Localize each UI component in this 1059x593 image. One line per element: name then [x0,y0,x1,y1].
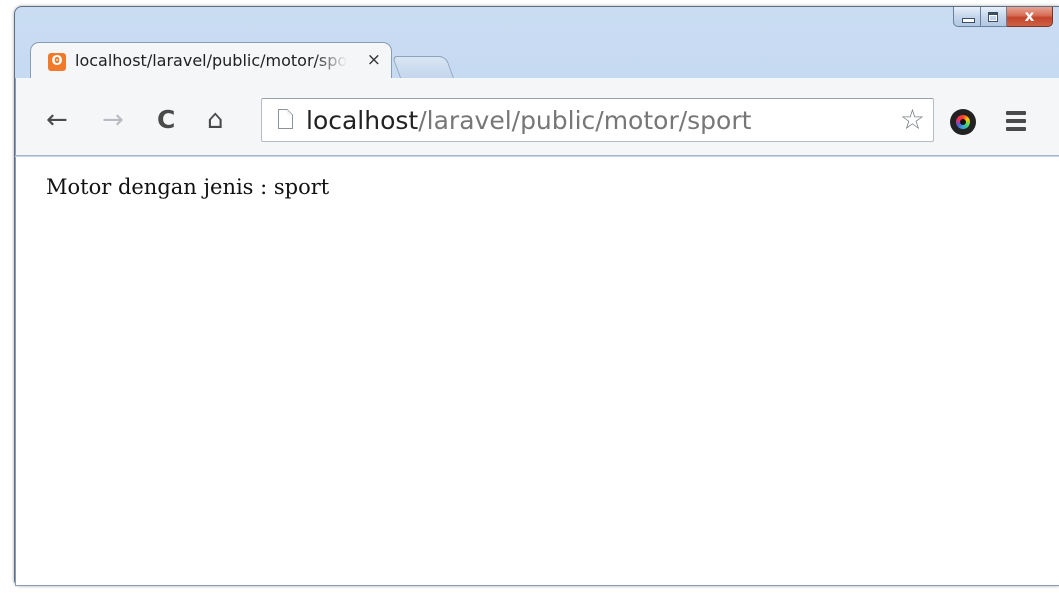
back-icon[interactable]: ← [46,106,68,134]
bookmark-star-icon[interactable]: ☆ [900,105,925,135]
browser-tab[interactable]: ʘ localhost/laravel/public/motor/sport × [30,42,392,78]
page-icon [278,109,293,129]
browser-toolbar: ← → C ⌂ localhost/laravel/public/motor/s… [15,78,1059,156]
reload-icon[interactable]: C [157,106,175,134]
menu-icon[interactable] [1006,111,1026,131]
forward-icon[interactable]: → [102,106,124,134]
window-caption-buttons: x [953,7,1053,29]
new-tab-button[interactable] [391,56,455,78]
extension-icon[interactable] [950,109,976,135]
page-body-text: Motor dengan jenis : sport [46,175,330,199]
tab-title: localhost/laravel/public/motor/sport [75,51,347,70]
maximize-button[interactable] [981,7,1007,27]
home-icon[interactable]: ⌂ [207,106,224,134]
address-bar[interactable]: localhost/laravel/public/motor/sport ☆ [261,98,934,142]
close-window-button[interactable]: x [1007,7,1053,27]
minimize-button[interactable] [953,7,981,27]
url-host: localhost [306,106,419,135]
address-url[interactable]: localhost/laravel/public/motor/sport [306,106,751,135]
page-content: Motor dengan jenis : sport [15,157,1059,586]
url-path: /laravel/public/motor/sport [418,106,752,135]
xampp-icon: ʘ [48,53,66,71]
tab-close-icon[interactable]: × [367,50,381,70]
